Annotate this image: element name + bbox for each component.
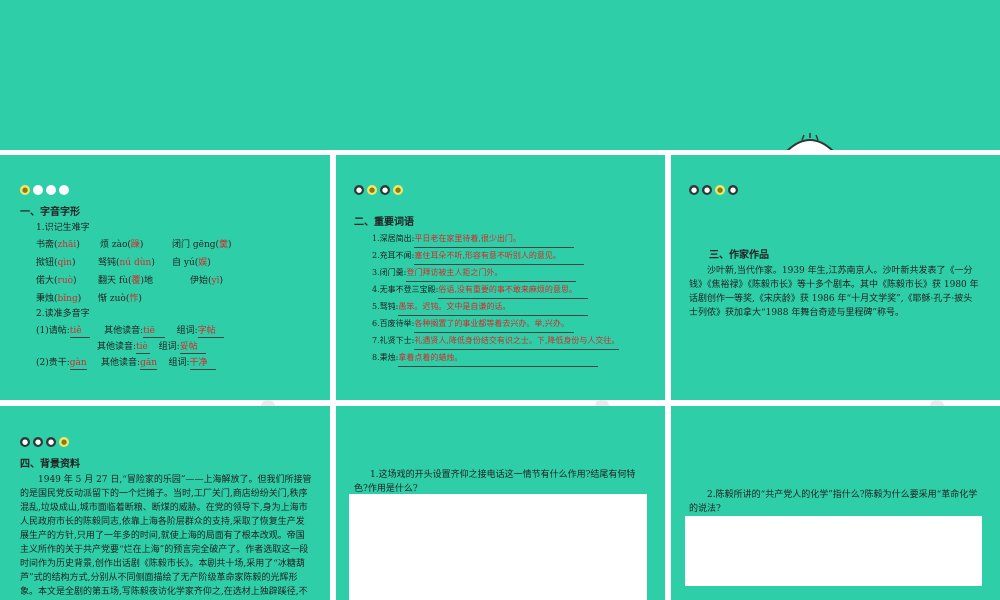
separator-decoration: [595, 400, 609, 406]
question-text: 1.这场戏的开头设置齐仰之接电话这一情节有什么作用?结尾有何特色?作用是什么?: [354, 470, 636, 494]
nav-dot-icon[interactable]: ●: [20, 185, 30, 195]
pronunciation-item: 书斋(zhāi): [36, 240, 80, 250]
nav-dot-icon[interactable]: [33, 185, 43, 195]
nav-dot-icon[interactable]: ●: [46, 437, 56, 447]
pronunciation-item: 偌大(ruò): [36, 276, 77, 286]
pronunciation-item: 揿钮(qìn): [36, 258, 76, 268]
word-item: 7.礼贤下士:礼遇贤人,降低身份结交有识之士。下,降低身份与人交往。: [372, 333, 662, 350]
nav-dot-icon[interactable]: ●: [715, 185, 725, 195]
pronunciation-item: 驽钝(nú dùn): [98, 258, 155, 268]
nav-dot-icon[interactable]: ●: [33, 437, 43, 447]
slide-question-2[interactable]: 2.陈毅所讲的“共产党人的化学”指什么?陈毅为什么要采用“革命化学的说法?: [671, 406, 1000, 600]
pronunciation-item: 闭门 gēng(羹): [172, 240, 232, 250]
word-item: 1.深居简出:平日老在家里待着,很少出门。: [372, 231, 662, 248]
nav-dots: ● ● ● ●: [20, 437, 69, 447]
polyphone-row: 其他读音:tiè 组词:妥帖: [97, 341, 206, 354]
word-item: 4.无事不登三宝殿:俗语,没有重要的事不敢来麻烦的意思。: [372, 282, 662, 299]
nav-dot-icon[interactable]: ●: [20, 437, 30, 447]
nav-dot-icon[interactable]: ●: [393, 185, 403, 195]
nav-dots: ● ● ● ●: [354, 185, 403, 195]
top-banner: [0, 0, 1000, 150]
nav-dots: ● ● ● ●: [689, 185, 738, 195]
separator-decoration: [261, 400, 275, 406]
nav-dot-icon[interactable]: ●: [59, 437, 69, 447]
section-title: 一、字音字形: [20, 207, 80, 218]
section-title: 四、背景资料: [20, 459, 80, 470]
polyphone-row: (1)请帖:tiě 其他读音:tiē 组词:字帖: [36, 325, 224, 338]
nav-dot-icon[interactable]: ●: [728, 185, 738, 195]
answer-box[interactable]: [685, 516, 982, 586]
nav-dot-icon[interactable]: [59, 185, 69, 195]
nav-dot-icon[interactable]: ●: [367, 185, 377, 195]
slide-key-words[interactable]: ● ● ● ● 二、重要词语 1.深居简出:平日老在家里待着,很少出门。 2.充…: [336, 155, 665, 400]
nav-dot-icon[interactable]: ●: [702, 185, 712, 195]
nav-dot-icon[interactable]: ●: [380, 185, 390, 195]
author-paragraph: 沙叶新,当代作家。1939 年生,江苏南京人。沙叶新共发表了《一分钱》《焦裕禄》…: [689, 266, 979, 318]
section-title: 三、作家作品: [709, 250, 769, 261]
nav-dot-icon[interactable]: ●: [354, 185, 364, 195]
polyphone-row: (2)贵干:gàn 其他读音:gān 组词:干净: [36, 357, 216, 370]
pronunciation-item: 秉烛(bǐng): [36, 294, 82, 304]
word-item: 8.秉烛:拿着点着的蜡烛。: [372, 350, 662, 367]
word-item: 2.充耳不闻:塞住耳朵不听,形容有意不听别人的意见。: [372, 248, 662, 265]
slide-author-works[interactable]: ● ● ● ● 三、作家作品 沙叶新,当代作家。1939 年生,江苏南京人。沙叶…: [671, 155, 1000, 400]
slide-background[interactable]: ● ● ● ● 四、背景资料 1949 年 5 月 27 日,“冒险家的乐园”—…: [0, 406, 330, 600]
pronunciation-item: 翻天 fù(覆)地: [98, 276, 154, 286]
background-paragraph: 1949 年 5 月 27 日,“冒险家的乐园”——上海解放了。但我们所接管的是…: [20, 475, 312, 597]
section-title: 二、重要词语: [354, 217, 414, 228]
nav-dots: ●: [20, 185, 69, 195]
slide-character-pronunciation[interactable]: ● 一、字音字形 1.识记生难字 书斋(zhāi) 烦 zào(躁) 闭门 gē…: [0, 155, 330, 400]
subsection-title: 1.识记生难字: [36, 223, 90, 233]
slide-question-1[interactable]: 1.这场戏的开头设置齐仰之接电话这一情节有什么作用?结尾有何特色?作用是什么?: [336, 406, 665, 600]
pronunciation-item: 自 yú(娱): [172, 258, 211, 268]
answer-box[interactable]: [349, 494, 647, 600]
question-text: 2.陈毅所讲的“共产党人的化学”指什么?陈毅为什么要采用“革命化学的说法?: [689, 490, 978, 514]
cartoon-decoration-icon: [786, 133, 834, 150]
word-item: 3.闭门羹:登门拜访被主人拒之门外。: [372, 265, 662, 282]
separator-decoration: [930, 400, 944, 406]
pronunciation-item: 烦 zào(躁): [100, 240, 144, 250]
pronunciation-item: 伊始(yī): [190, 276, 223, 286]
word-item: 5.驽钝:愚笨。迟钝。文中是自谦的话。: [372, 299, 662, 316]
pronunciation-item: 惭 zuò(怍): [98, 294, 142, 304]
nav-dot-icon[interactable]: ●: [689, 185, 699, 195]
subsection-title: 2.读准多音字: [36, 309, 90, 319]
word-item: 6.百废待举:各种搁置了的事业都等着去兴办。举,兴办。: [372, 316, 662, 333]
nav-dot-icon[interactable]: [46, 185, 56, 195]
word-list: 1.深居简出:平日老在家里待着,很少出门。 2.充耳不闻:塞住耳朵不听,形容有意…: [372, 231, 662, 367]
